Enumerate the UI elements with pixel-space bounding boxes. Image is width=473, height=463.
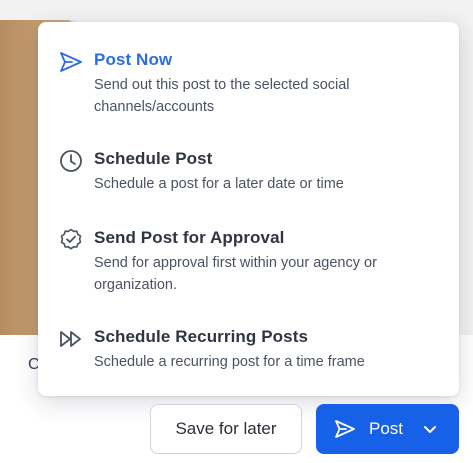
menu-item-description: Send for approval first within your agen… <box>94 255 377 293</box>
chevron-down-icon[interactable] <box>420 419 440 439</box>
badge-check-icon <box>60 228 82 250</box>
menu-item-schedule-post[interactable]: Schedule Post Schedule a post for a late… <box>38 148 459 195</box>
menu-item-title: Post Now <box>94 50 173 69</box>
send-icon <box>335 420 355 438</box>
send-icon <box>60 52 82 72</box>
menu-item-post-now[interactable]: Post Now Send out this post to the selec… <box>38 49 459 118</box>
menu-item-send-for-approval[interactable]: Send Post for Approval Send for approval… <box>38 227 459 296</box>
menu-item-title: Send Post for Approval <box>94 228 285 247</box>
menu-item-title: Schedule Recurring Posts <box>94 327 309 346</box>
post-button[interactable]: Post <box>316 404 459 454</box>
menu-item-description: Send out this post to the selected socia… <box>94 77 350 115</box>
save-for-later-button[interactable]: Save for later <box>150 404 302 454</box>
menu-item-description: Schedule a recurring post for a time fra… <box>94 354 365 370</box>
post-button-label: Post <box>369 419 404 438</box>
clock-icon <box>60 150 82 172</box>
menu-item-schedule-recurring[interactable]: Schedule Recurring Posts Schedule a recu… <box>38 326 459 373</box>
menu-item-description: Schedule a post for a later date or time <box>94 176 344 192</box>
save-for-later-label: Save for later <box>175 419 277 438</box>
post-options-menu: Post Now Send out this post to the selec… <box>38 22 459 396</box>
menu-item-title: Schedule Post <box>94 149 213 168</box>
fast-forward-icon <box>60 331 81 347</box>
